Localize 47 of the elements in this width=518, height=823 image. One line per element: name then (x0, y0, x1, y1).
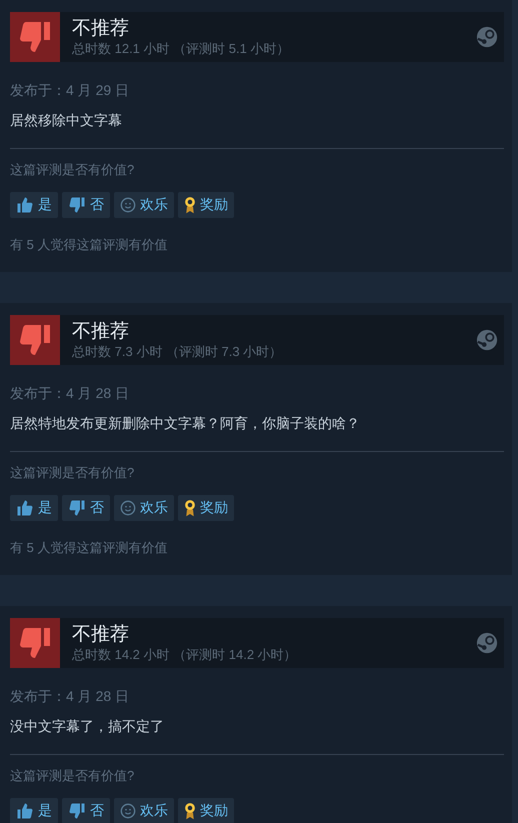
platform-logo-icon (476, 632, 498, 654)
playtime-text: 总时数 14.2 小时 （评测时 14.2 小时） (72, 646, 298, 662)
smiley-icon (120, 803, 136, 819)
verdict-title: 不推荐 (72, 320, 130, 342)
award-ribbon-icon (184, 499, 196, 517)
helpful-count: 有 5 人觉得这篇评测有价值 (10, 539, 168, 557)
yes-button[interactable]: 是 (10, 798, 58, 823)
thumbs-up-icon (16, 499, 34, 517)
funny-button[interactable]: 欢乐 (114, 192, 174, 218)
award-button[interactable]: 奖励 (178, 192, 234, 218)
thumbs-down-icon (10, 315, 60, 365)
thumbs-up-icon (16, 802, 34, 820)
smiley-icon (120, 500, 136, 516)
posted-date: 发布于：4 月 29 日 (10, 81, 130, 100)
helpful-question: 这篇评测是否有价值? (10, 161, 136, 179)
award-button[interactable]: 奖励 (178, 798, 234, 823)
thumbs-down-icon (10, 12, 60, 62)
platform-logo-icon (476, 329, 498, 351)
verdict-title: 不推荐 (72, 624, 130, 646)
smiley-icon (120, 197, 136, 213)
thumbs-down-icon (68, 196, 86, 214)
posted-date: 发布于：4 月 28 日 (10, 384, 130, 403)
helpful-question: 这篇评测是否有价值? (10, 767, 136, 785)
platform-logo-icon (476, 26, 498, 48)
funny-button[interactable]: 欢乐 (114, 495, 174, 521)
review-text: 居然特地发布更新删除中文字幕？阿育，你脑子装的啥？ (10, 414, 361, 433)
award-button[interactable]: 奖励 (178, 495, 234, 521)
helpful-question: 这篇评测是否有价值? (10, 464, 136, 482)
playtime-text: 总时数 7.3 小时 （评测时 7.3 小时） (72, 342, 284, 360)
award-ribbon-icon (184, 802, 196, 820)
no-button[interactable]: 否 (62, 192, 110, 218)
review-text: 居然移除中文字幕 (10, 111, 123, 130)
yes-button[interactable]: 是 (10, 192, 58, 218)
thumbs-down-icon (68, 802, 86, 820)
helpful-count: 有 5 人觉得这篇评测有价值 (10, 236, 168, 254)
thumbs-down-icon (68, 499, 86, 517)
funny-button[interactable]: 欢乐 (114, 798, 174, 823)
yes-button[interactable]: 是 (10, 495, 58, 521)
thumbs-up-icon (16, 196, 34, 214)
thumbs-down-icon (10, 618, 60, 668)
no-button[interactable]: 否 (62, 495, 110, 521)
verdict-title: 不推荐 (72, 18, 130, 40)
posted-date: 发布于：4 月 28 日 (10, 687, 130, 706)
award-ribbon-icon (184, 196, 196, 214)
review-text: 没中文字幕了，搞不定了 (10, 717, 165, 736)
playtime-text: 总时数 12.1 小时 （评测时 5.1 小时） (72, 40, 290, 56)
no-button[interactable]: 否 (62, 798, 110, 823)
